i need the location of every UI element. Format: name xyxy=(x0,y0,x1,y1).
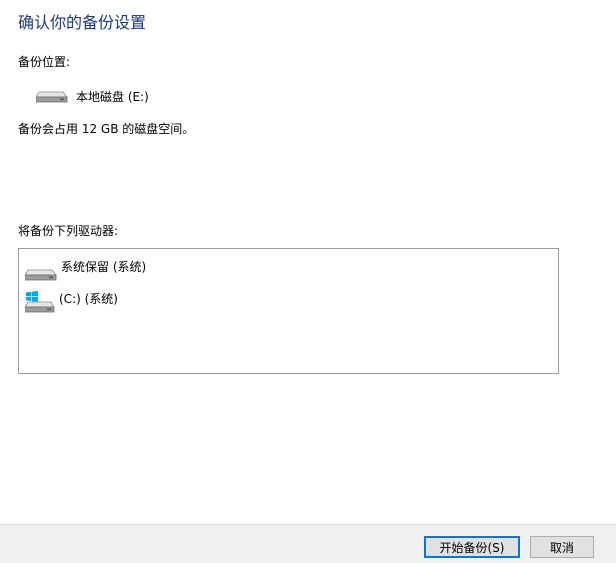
drive-item-name: (C:) (系统) xyxy=(59,292,118,306)
hard-drive-icon xyxy=(25,267,57,281)
windows-drive-icon xyxy=(25,291,55,313)
drive-list[interactable]: 系统保留 (系统) (C:) (系统) xyxy=(18,248,559,374)
backup-space-info: 备份会占用 12 GB 的磁盘空间。 xyxy=(18,122,195,136)
start-backup-button[interactable]: 开始备份(S) xyxy=(424,536,520,558)
drive-item-name: 系统保留 (系统) xyxy=(61,260,147,274)
backup-location-drive: 本地磁盘 (E:) xyxy=(36,86,149,106)
dialog-footer: 开始备份(S) 取消 xyxy=(0,524,616,563)
cancel-button[interactable]: 取消 xyxy=(530,536,594,558)
list-item: (C:) (系统) xyxy=(25,291,118,313)
drive-list-label: 将备份下列驱动器: xyxy=(18,224,119,238)
list-item: 系统保留 (系统) xyxy=(25,259,146,281)
hard-drive-icon xyxy=(36,89,68,103)
backup-location-drive-name: 本地磁盘 (E:) xyxy=(76,89,149,104)
page-title: 确认你的备份设置 xyxy=(18,13,147,32)
backup-location-label: 备份位置: xyxy=(18,55,71,69)
backup-settings-dialog: 确认你的备份设置 备份位置: 本地磁盘 (E:) 备份会占用 12 GB 的磁盘… xyxy=(0,0,616,563)
